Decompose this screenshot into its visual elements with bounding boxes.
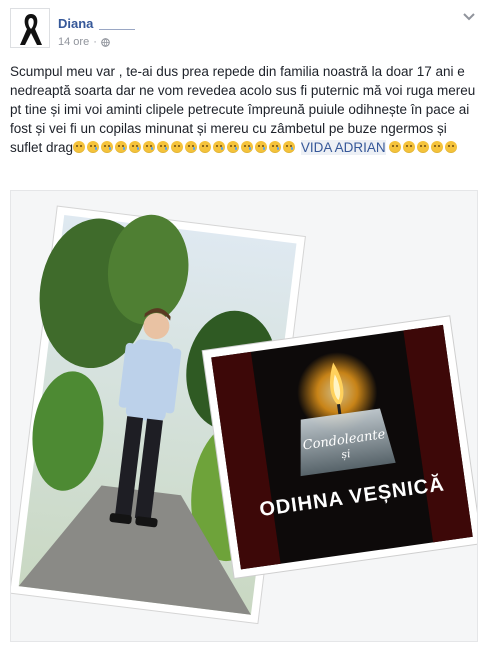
post-header: Diana 14 ore · bbox=[10, 8, 480, 56]
emoji-row-2 bbox=[389, 140, 459, 155]
emoji-row-1 bbox=[73, 140, 297, 155]
disappointed-relieved-face-icon bbox=[115, 141, 128, 153]
avatar[interactable] bbox=[10, 8, 50, 48]
facebook-post: Diana 14 ore · Scumpul meu var , te-ai d… bbox=[0, 0, 488, 652]
disappointed-relieved-face-icon bbox=[213, 141, 226, 153]
chevron-down-icon[interactable] bbox=[462, 12, 476, 22]
pensive-face-icon bbox=[171, 141, 184, 153]
pensive-face-icon bbox=[73, 141, 86, 153]
card-line2: și bbox=[341, 447, 352, 461]
post-meta: 14 ore · bbox=[58, 36, 110, 48]
photo-card-right: Condoleante și ODIHNA VEȘNICĂ bbox=[201, 315, 477, 579]
post-text: Scumpul meu var , te-ai dus prea repede … bbox=[10, 62, 478, 157]
post-timestamp[interactable]: 14 ore bbox=[58, 36, 89, 48]
author-name-redacted bbox=[99, 19, 136, 31]
meta-separator: · bbox=[93, 36, 97, 48]
disappointed-relieved-face-icon bbox=[129, 141, 142, 153]
pensive-face-icon bbox=[417, 141, 430, 153]
author-name-text[interactable]: Diana bbox=[58, 16, 93, 31]
memorial-collage-image: Condoleante și ODIHNA VEȘNICĂ bbox=[11, 205, 477, 625]
disappointed-relieved-face-icon bbox=[269, 141, 282, 153]
mourning-ribbon-icon bbox=[11, 9, 49, 47]
pensive-face-icon bbox=[403, 141, 416, 153]
disappointed-relieved-face-icon bbox=[283, 141, 296, 153]
post-photo[interactable]: Condoleante și ODIHNA VEȘNICĂ bbox=[10, 190, 478, 642]
pensive-face-icon bbox=[199, 141, 212, 153]
disappointed-relieved-face-icon bbox=[227, 141, 240, 153]
pensive-face-icon bbox=[445, 141, 458, 153]
pensive-face-icon bbox=[431, 141, 444, 153]
disappointed-relieved-face-icon bbox=[255, 141, 268, 153]
author-name[interactable]: Diana bbox=[58, 16, 136, 31]
pensive-face-icon bbox=[389, 141, 402, 153]
tagged-person-link[interactable]: VIDA ADRIAN bbox=[300, 140, 386, 155]
disappointed-relieved-face-icon bbox=[241, 141, 254, 153]
globe-icon[interactable] bbox=[101, 37, 110, 47]
disappointed-relieved-face-icon bbox=[87, 141, 100, 153]
disappointed-relieved-face-icon bbox=[185, 141, 198, 153]
disappointed-relieved-face-icon bbox=[143, 141, 156, 153]
disappointed-relieved-face-icon bbox=[157, 141, 170, 153]
disappointed-relieved-face-icon bbox=[101, 141, 114, 153]
